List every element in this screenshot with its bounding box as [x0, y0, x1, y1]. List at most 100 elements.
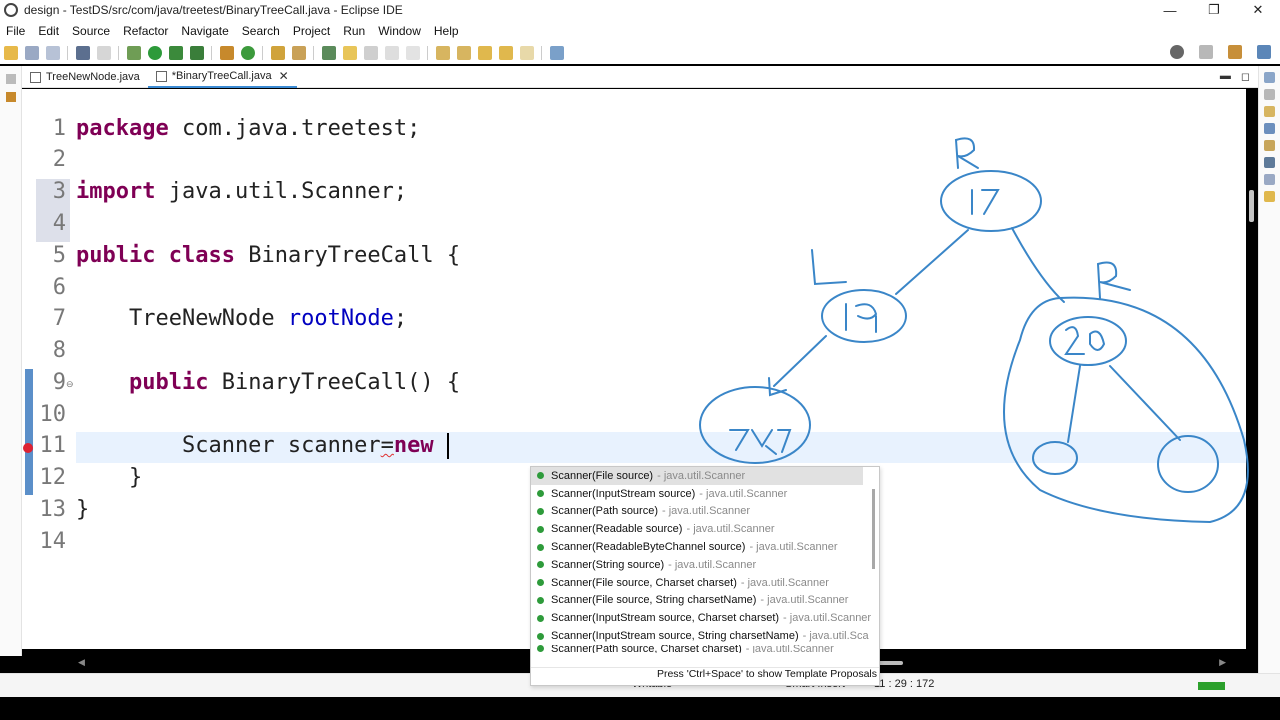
proposal-item[interactable]: Scanner(File source) - java.util.Scanner [531, 467, 863, 485]
line-number: 8 [52, 338, 66, 363]
new-icon[interactable] [4, 46, 18, 60]
pin-editor-icon[interactable] [550, 46, 564, 60]
run-icon[interactable] [148, 46, 162, 60]
minimize-editor-icon[interactable]: ▬ [1220, 70, 1231, 83]
menu-help[interactable]: Help [428, 24, 466, 38]
mark-occurrences-icon[interactable] [343, 46, 357, 60]
fold-collapse-icon[interactable]: ⊖ [66, 379, 74, 390]
javadoc-icon[interactable] [1264, 123, 1275, 134]
task-list-icon[interactable] [1264, 89, 1275, 100]
quick-access-search-icon[interactable] [1170, 45, 1184, 59]
line-number: 3 [52, 179, 66, 204]
last-edit-location-icon[interactable] [478, 46, 492, 60]
menu-search[interactable]: Search [236, 24, 287, 38]
menu-edit[interactable]: Edit [32, 24, 66, 38]
content-assist-popup: Scanner(File source) - java.util.Scanner … [530, 466, 880, 686]
new-java-package-icon[interactable] [220, 46, 234, 60]
menu-navigate[interactable]: Navigate [175, 24, 235, 38]
back-icon[interactable] [499, 46, 513, 60]
skip-breakpoints-icon[interactable] [97, 46, 111, 60]
heap-progress-bar [1198, 682, 1225, 690]
code-line-7: TreeNewNode rootNode; [76, 306, 408, 331]
progress-icon[interactable] [1264, 174, 1275, 185]
proposal-item[interactable]: Scanner(Readable source) - java.util.Scan… [531, 520, 879, 538]
restore-view-icon[interactable] [6, 74, 16, 84]
previous-annotation-icon[interactable] [457, 46, 471, 60]
menu-run[interactable]: Run [337, 24, 372, 38]
title-bar: design - TestDS/src/com/java/treetest/Bi… [0, 0, 1280, 20]
proposal-item[interactable]: Scanner(InputStream source, String chars… [531, 627, 879, 645]
close-window-button[interactable]: ✕ [1236, 0, 1280, 20]
proposal-item[interactable]: Scanner(Path source, Charset charset) - j… [531, 645, 879, 653]
constructor-icon [537, 490, 544, 498]
scroll-right-icon[interactable]: ▶ [1219, 657, 1226, 668]
word-wrap-icon[interactable] [385, 46, 399, 60]
proposal-item[interactable]: Scanner(InputStream source, Charset char… [531, 609, 879, 627]
line-number: 4 [52, 211, 66, 236]
menu-source[interactable]: Source [66, 24, 117, 38]
save-all-icon[interactable] [46, 46, 60, 60]
constructor-icon [537, 614, 544, 622]
constructor-icon [537, 543, 544, 551]
next-annotation-icon[interactable] [436, 46, 450, 60]
tab-label: TreeNewNode.java [46, 71, 140, 83]
proposal-scrollbar[interactable] [872, 489, 875, 569]
declaration-icon[interactable] [1264, 140, 1275, 151]
vertical-scrollbar[interactable] [1249, 190, 1254, 222]
constructor-icon [537, 507, 544, 515]
tab-binarytreecall[interactable]: *BinaryTreeCall.java ✕ [147, 66, 297, 88]
proposal-item[interactable]: Scanner(Path source) - java.util.Scanner [531, 503, 879, 521]
window-controls: — ❐ ✕ [1148, 0, 1280, 20]
proposal-item[interactable]: Scanner(File source, String charsetName)… [531, 592, 879, 610]
package-explorer-icon[interactable] [6, 92, 16, 102]
save-icon[interactable] [25, 46, 39, 60]
main-toolbar [0, 42, 1280, 64]
show-whitespace-icon[interactable] [406, 46, 420, 60]
code-line-9: public BinaryTreeCall() { [128, 370, 461, 395]
problems-icon[interactable] [1264, 106, 1275, 117]
menu-refactor[interactable]: Refactor [117, 24, 175, 38]
open-perspective-icon[interactable] [1199, 45, 1213, 59]
eclipse-logo-icon [4, 3, 18, 17]
code-line-1: package com.java.treetest; [76, 116, 421, 141]
block-selection-icon[interactable] [364, 46, 378, 60]
coverage-icon[interactable] [169, 46, 183, 60]
constructor-icon [537, 645, 544, 653]
toolbar-separator [262, 46, 263, 60]
proposal-item[interactable]: Scanner(File source, Charset charset) - j… [531, 574, 879, 592]
minimize-button[interactable]: — [1148, 0, 1192, 20]
debug-icon[interactable] [127, 46, 141, 60]
left-trim-bar [0, 66, 22, 656]
right-trim-bar [1258, 66, 1280, 673]
proposal-item[interactable]: Scanner(InputStream source) - java.util.S… [531, 485, 879, 503]
line-number: 9 [52, 370, 66, 395]
servers-icon[interactable] [1264, 191, 1275, 202]
line-number: 13 [39, 497, 67, 522]
forward-icon[interactable] [520, 46, 534, 60]
java-ee-perspective-icon[interactable] [1228, 45, 1242, 59]
template-proposals-hint[interactable]: Press 'Ctrl+Space' to show Template Prop… [531, 667, 879, 685]
task-icon[interactable] [322, 46, 336, 60]
proposal-item[interactable]: Scanner(String source) - java.util.Scanne… [531, 556, 879, 574]
menu-window[interactable]: Window [372, 24, 428, 38]
new-java-class-icon[interactable] [241, 46, 255, 60]
toolbar-separator [313, 46, 314, 60]
menu-file[interactable]: File [0, 24, 32, 38]
outline-icon[interactable] [1264, 72, 1275, 83]
open-type-icon[interactable] [271, 46, 285, 60]
proposal-item[interactable]: Scanner(ReadableByteChannel source) - jav… [531, 538, 879, 556]
restore-button[interactable]: ❐ [1192, 0, 1236, 20]
toolbar-right [1166, 45, 1274, 59]
cursor-position: 11 : 29 : 172 [874, 678, 935, 690]
terminal-icon[interactable] [76, 46, 90, 60]
menu-project[interactable]: Project [287, 24, 337, 38]
search-icon[interactable] [292, 46, 306, 60]
line-number: 10 [39, 402, 67, 427]
java-perspective-icon[interactable] [1257, 45, 1271, 59]
external-tools-icon[interactable] [190, 46, 204, 60]
maximize-editor-icon[interactable]: ◻ [1241, 70, 1250, 83]
tab-treenewnode[interactable]: TreeNewNode.java [22, 66, 148, 88]
close-tab-icon[interactable]: ✕ [279, 69, 289, 83]
console-icon[interactable] [1264, 157, 1275, 168]
scroll-left-icon[interactable]: ◀ [78, 657, 85, 668]
